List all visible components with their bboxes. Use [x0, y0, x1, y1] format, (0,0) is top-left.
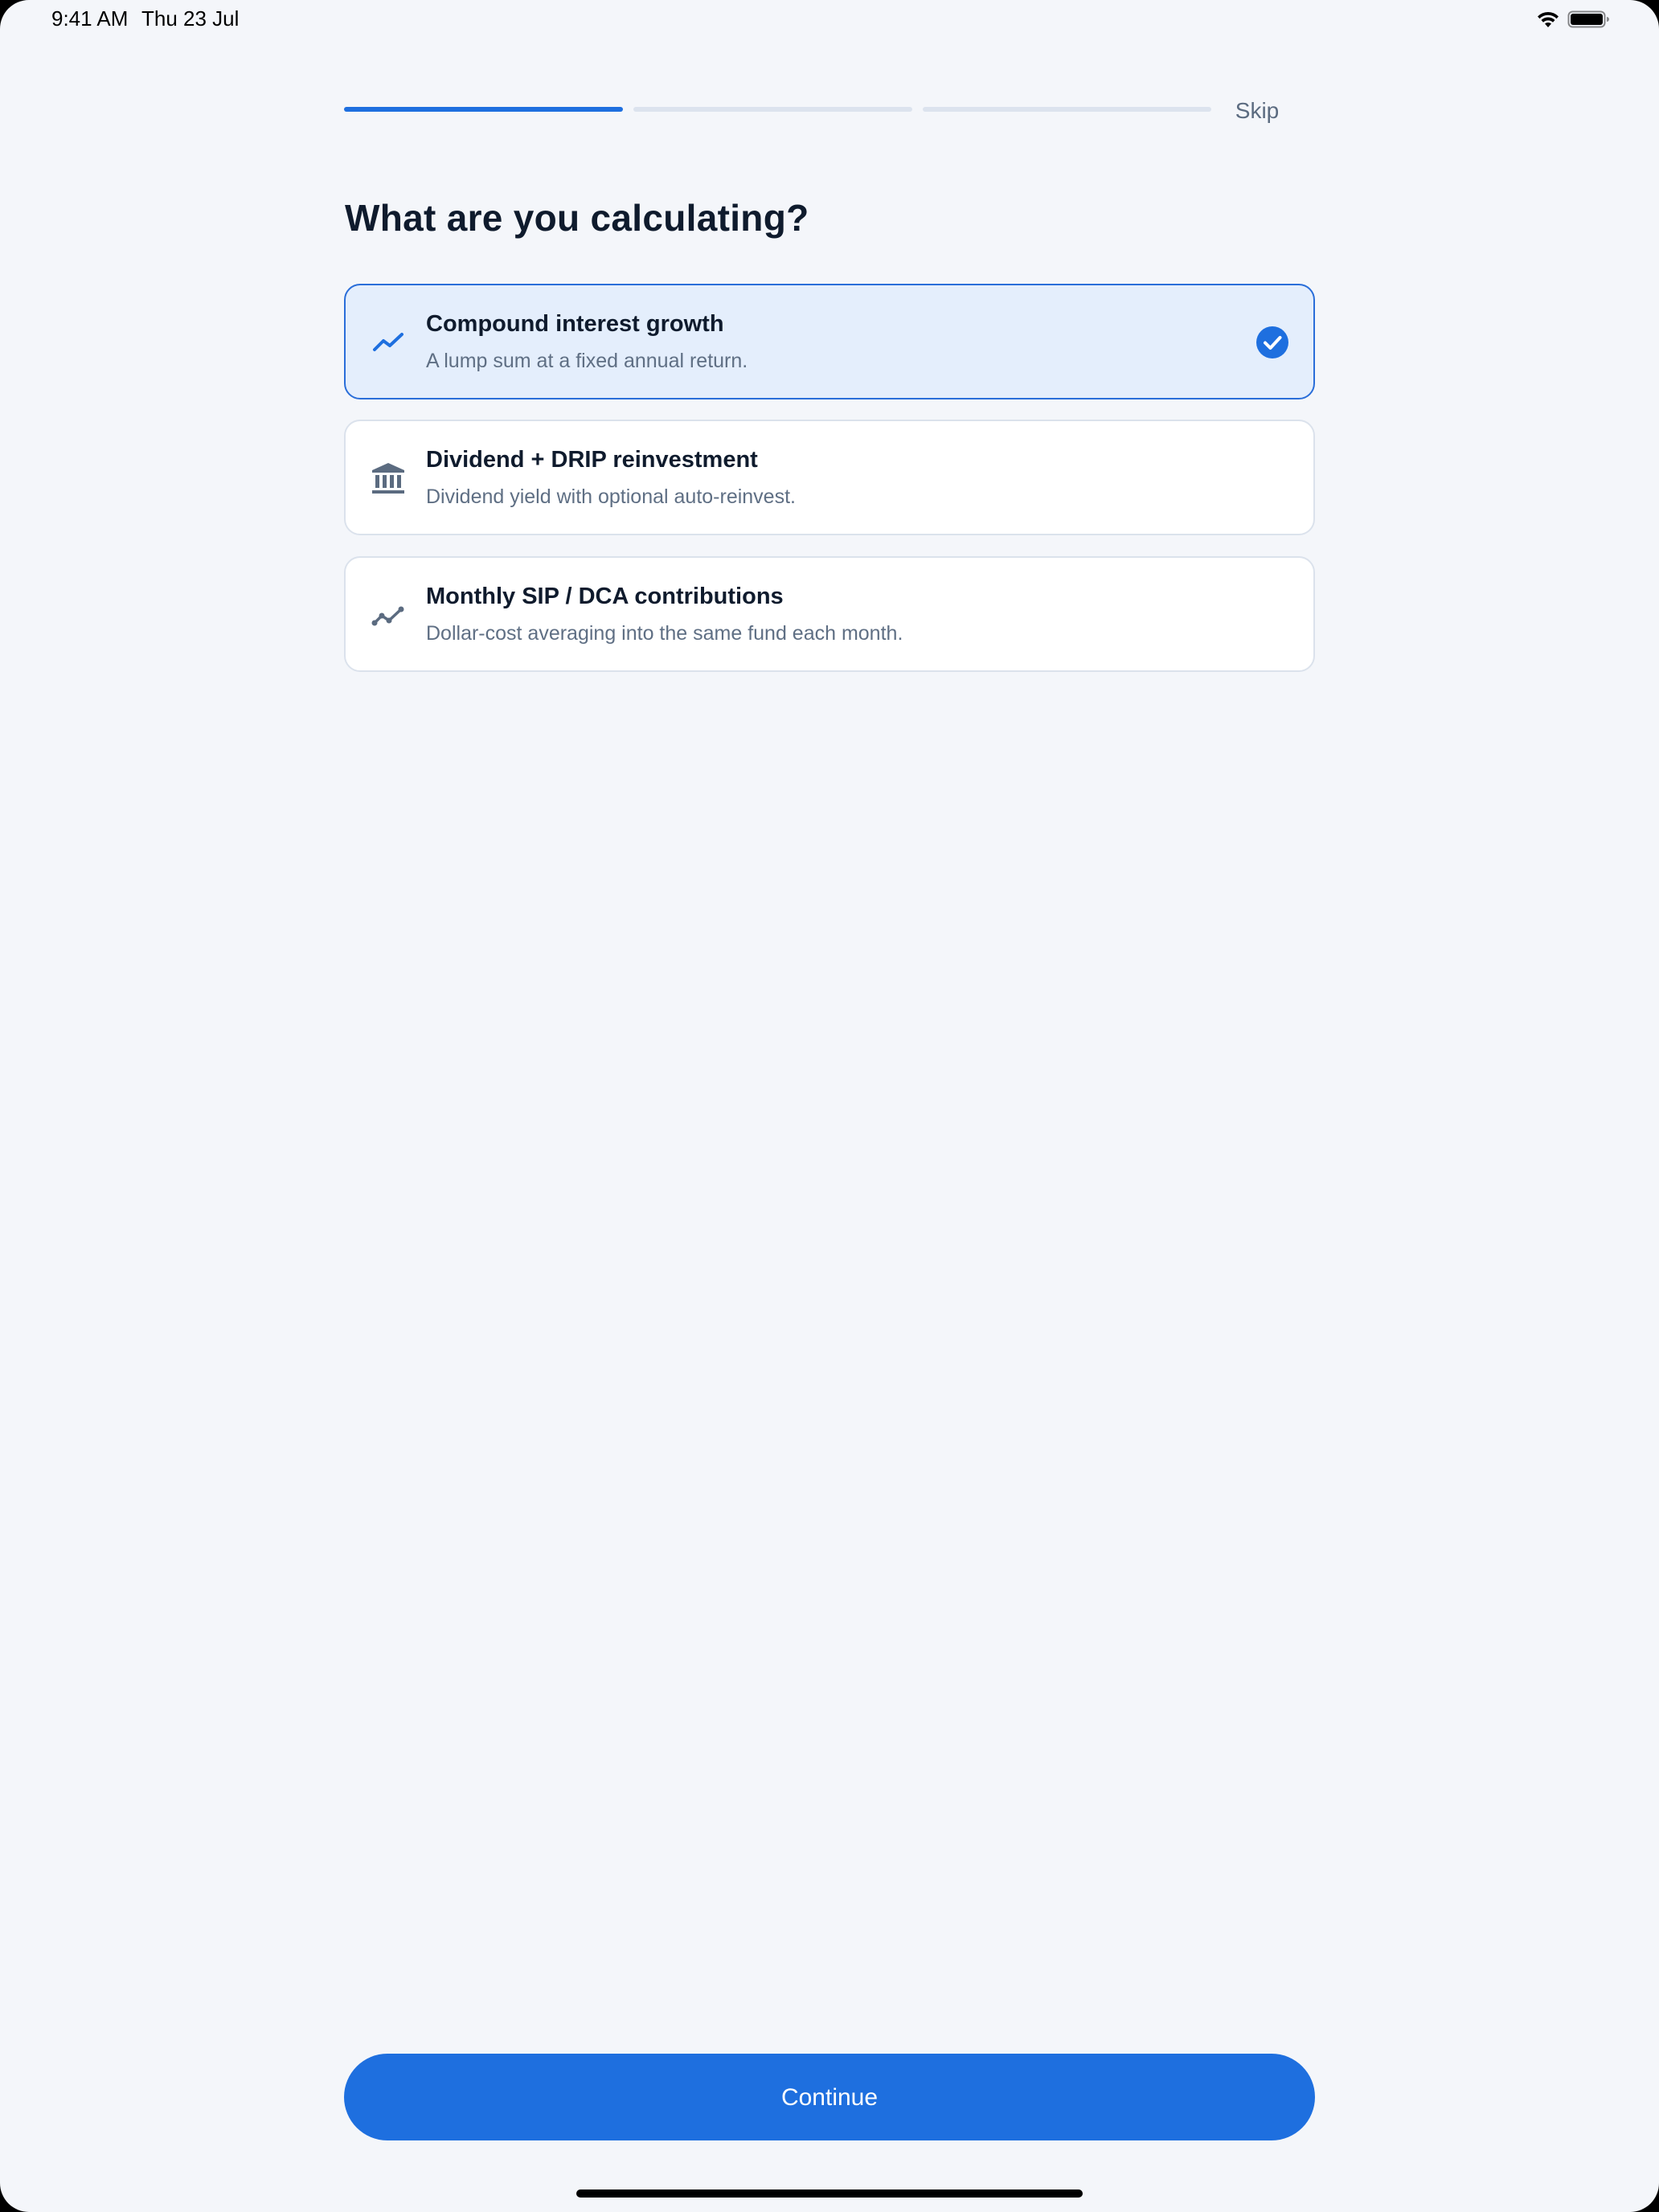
page-title: What are you calculating?: [345, 197, 809, 239]
option-title: Dividend + DRIP reinvestment: [426, 447, 758, 473]
home-indicator: [576, 2189, 1083, 2198]
progress-step-1: [344, 107, 623, 112]
progress-step-3: [923, 107, 1211, 112]
wifi-icon: [1538, 11, 1559, 27]
option-description: Dividend yield with optional auto-reinve…: [426, 485, 796, 508]
app-screen: 9:41 AM Thu 23 Jul Skip What are you cal…: [0, 0, 1659, 2212]
option-description: Dollar-cost averaging into the same fund…: [426, 622, 903, 645]
option-title: Compound interest growth: [426, 311, 724, 337]
check-circle-icon: [1256, 326, 1288, 358]
option-dividend-drip[interactable]: Dividend + DRIP reinvestment Dividend yi…: [344, 420, 1315, 535]
option-title: Monthly SIP / DCA contributions: [426, 584, 784, 609]
skip-button[interactable]: Skip: [1225, 95, 1289, 127]
option-description: A lump sum at a fixed annual return.: [426, 350, 748, 372]
progress-step-2: [633, 107, 912, 112]
status-date: Thu 23 Jul: [141, 6, 240, 31]
status-time: 9:41 AM: [51, 6, 129, 31]
bank-icon: [372, 463, 404, 494]
battery-icon: [1567, 10, 1609, 28]
trending-up-icon: [373, 333, 403, 351]
option-monthly-sip[interactable]: Monthly SIP / DCA contributions Dollar-c…: [344, 556, 1315, 672]
option-compound-interest[interactable]: Compound interest growth A lump sum at a…: [344, 284, 1315, 399]
continue-button[interactable]: Continue: [344, 2054, 1315, 2140]
line-chart-icon: [371, 606, 404, 626]
